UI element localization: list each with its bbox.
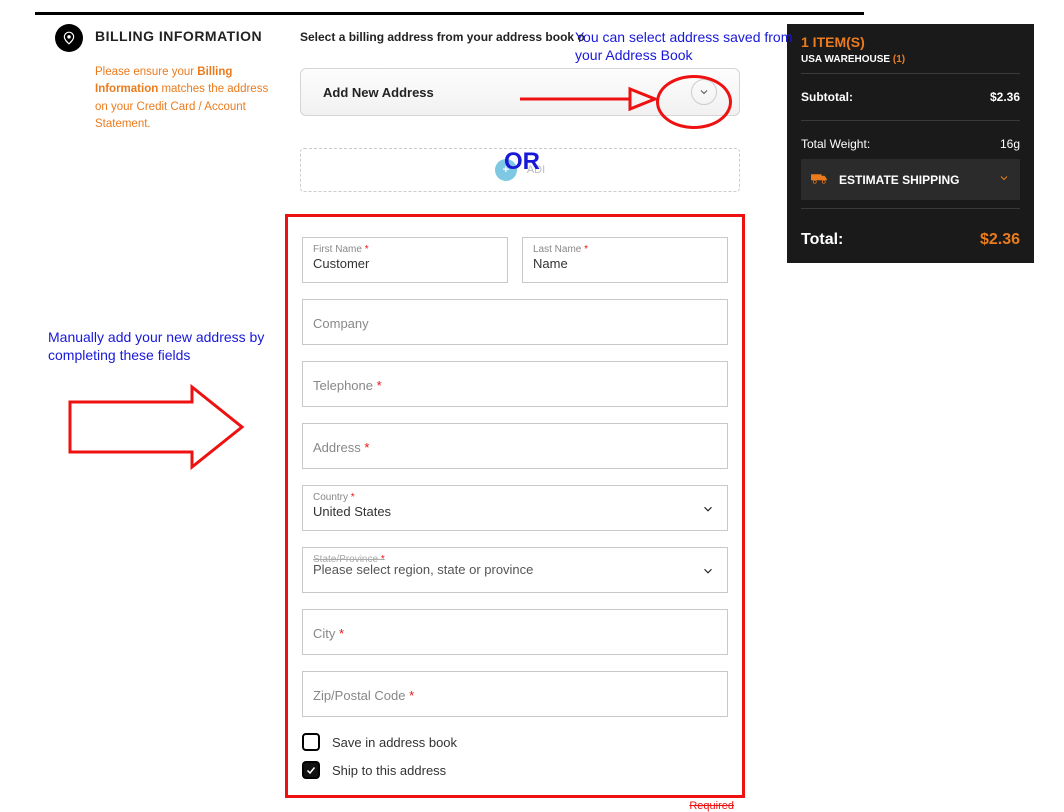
subtotal-label: Subtotal: bbox=[801, 90, 853, 104]
chevron-down-icon bbox=[701, 564, 715, 581]
weight-value: 16g bbox=[1000, 137, 1020, 151]
company-field[interactable]: Company bbox=[302, 299, 728, 345]
first-name-field[interactable]: First Name * Customer bbox=[302, 237, 508, 283]
estimate-shipping-toggle[interactable]: ESTIMATE SHIPPING bbox=[801, 159, 1020, 200]
country-select[interactable]: Country * United States bbox=[302, 485, 728, 531]
annotation-or: OR bbox=[504, 148, 540, 176]
billing-heading: BILLING INFORMATION bbox=[95, 28, 262, 44]
estimate-label: ESTIMATE SHIPPING bbox=[839, 173, 959, 187]
save-address-checkbox[interactable] bbox=[302, 733, 320, 751]
telephone-field[interactable]: Telephone * bbox=[302, 361, 728, 407]
ship-to-checkbox[interactable] bbox=[302, 761, 320, 779]
location-icon bbox=[55, 24, 83, 52]
last-name-field[interactable]: Last Name * Name bbox=[522, 237, 728, 283]
weight-label: Total Weight: bbox=[801, 137, 870, 151]
required-indicator: Required bbox=[689, 800, 734, 812]
state-select[interactable]: State/Province * Please select region, s… bbox=[302, 547, 728, 593]
annotation-arrow-top bbox=[520, 84, 660, 114]
subtotal-value: $2.36 bbox=[990, 90, 1020, 104]
warehouse-line: USA WAREHOUSE (1) bbox=[801, 54, 1020, 65]
total-value: $2.36 bbox=[980, 231, 1020, 249]
annotation-left: Manually add your new address by complet… bbox=[48, 328, 278, 364]
chevron-down-icon bbox=[998, 172, 1010, 187]
zip-field[interactable]: Zip/Postal Code * bbox=[302, 671, 728, 717]
address-field[interactable]: Address * bbox=[302, 423, 728, 469]
chevron-down-icon bbox=[701, 502, 715, 519]
save-address-label: Save in address book bbox=[332, 735, 457, 750]
address-dropdown-label: Add New Address bbox=[323, 85, 434, 100]
annotation-top: You can select address saved from your A… bbox=[575, 28, 795, 64]
ship-to-label: Ship to this address bbox=[332, 763, 446, 778]
order-summary: 1 ITEM(S) USA WAREHOUSE (1) Subtotal: $2.… bbox=[787, 24, 1034, 263]
city-field[interactable]: City * bbox=[302, 609, 728, 655]
annotation-arrow-left bbox=[62, 382, 252, 472]
new-address-form: First Name * Customer Last Name * Name C… bbox=[285, 214, 745, 798]
total-label: Total: bbox=[801, 231, 843, 249]
truck-icon bbox=[811, 171, 829, 188]
annotation-circle bbox=[656, 75, 732, 129]
item-count: 1 ITEM(S) bbox=[801, 34, 1020, 50]
billing-warning: Please ensure your Billing Information m… bbox=[95, 64, 280, 133]
